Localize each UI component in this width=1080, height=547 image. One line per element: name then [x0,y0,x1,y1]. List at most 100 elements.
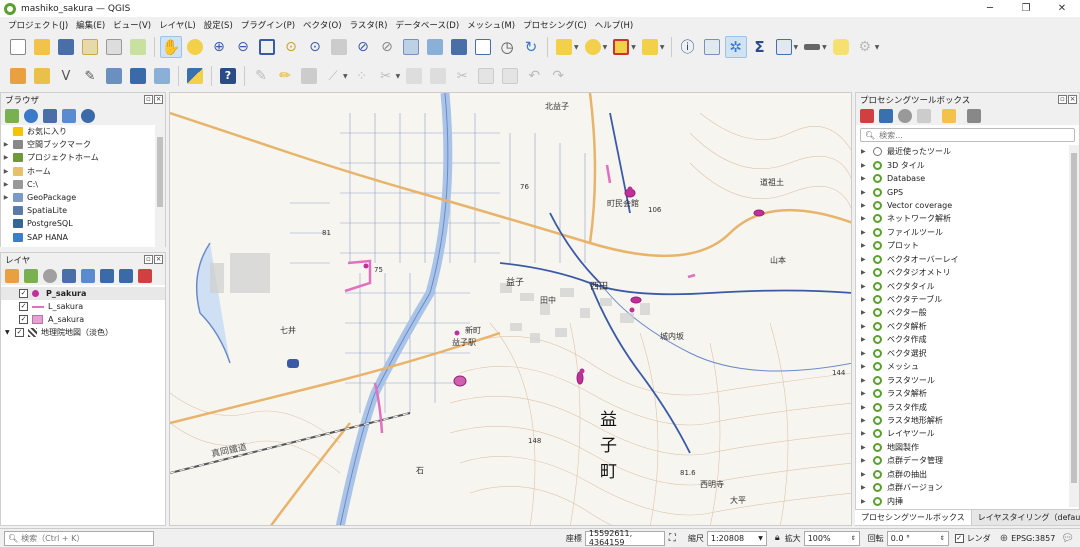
new-project-button[interactable] [7,36,29,58]
expand-arrow-icon[interactable]: ▶ [861,336,871,343]
in-place-edit-icon[interactable] [942,109,956,123]
expand-arrow-icon[interactable]: ▶ [861,498,871,505]
expand-arrow-icon[interactable]: ▶ [1,194,11,201]
browser-item-spatialite[interactable]: SpatiaLite [1,204,165,217]
expand-arrow-icon[interactable]: ▶ [861,350,871,357]
expand-all-icon[interactable] [100,269,114,283]
expand-arrow-icon[interactable]: ▶ [1,181,11,188]
maximize-button[interactable]: ❐ [1008,0,1044,17]
results-icon[interactable] [917,109,931,123]
processing-group-vector-table[interactable]: ▶ ベクタテーブル [856,293,1079,306]
expand-arrow-icon[interactable]: ▶ [861,242,871,249]
new-map-view-button[interactable] [400,36,422,58]
menu-settings[interactable]: 設定(S) [200,19,237,31]
browser-item-saphana[interactable]: SAP HANA [1,231,165,244]
expand-arrow-icon[interactable]: ▶ [861,269,871,276]
close-panel-button[interactable]: × [154,255,163,264]
filter-expression-icon[interactable] [81,269,95,283]
expand-arrow-icon[interactable]: ▶ [861,404,871,411]
processing-group-pointcloud-extract[interactable]: ▶ 点群の抽出 [856,468,1079,481]
expand-arrow-icon[interactable]: ▶ [861,457,871,464]
temporal-controller-button[interactable]: ◷ [496,36,518,58]
processing-group-vector-coverage[interactable]: ▶ Vector coverage [856,199,1079,212]
processing-group-mesh[interactable]: ▶ メッシュ [856,360,1079,373]
menu-project[interactable]: プロジェクト(J) [4,19,72,31]
data-source-manager-button[interactable] [7,65,29,87]
processing-group-vector-analysis[interactable]: ▶ ベクタ解析 [856,320,1079,333]
expand-arrow-icon[interactable]: ▶ [861,175,871,182]
expand-arrow-icon[interactable]: ▶ [861,189,871,196]
paste-features-button[interactable] [499,65,521,87]
refresh-button[interactable]: ↻ [520,36,542,58]
scale-combobox[interactable]: 1:20808 ▼ [706,530,767,546]
processing-group-interpolation[interactable]: ▶ 内挿 [856,494,1079,507]
float-panel-button[interactable]: ▫ [1058,95,1067,104]
expand-arrow-icon[interactable]: ▶ [861,229,871,236]
locator-bar[interactable]: 🔍︎ [4,530,154,546]
zoom-full-button[interactable] [256,36,278,58]
new-print-layout-button[interactable] [79,36,101,58]
processing-group-vector-geometry[interactable]: ▶ ベクタジオメトリ [856,266,1079,279]
toggle-editing-button[interactable]: ✏ [274,65,296,87]
menu-plugins[interactable]: プラグイン(P) [237,19,299,31]
processing-toolbox-button[interactable]: ✲ [724,36,747,58]
expand-arrow-icon[interactable]: ▶ [861,430,871,437]
expand-arrow-icon[interactable]: ▶ [861,162,871,169]
processing-scrollbar[interactable] [1069,145,1079,507]
processing-search-input[interactable] [879,130,1060,140]
new-bookmark-button[interactable] [448,36,470,58]
layer-visibility-checkbox[interactable]: ✓ [15,328,24,337]
expand-arrow-icon[interactable]: ▶ [861,256,871,263]
tab-layer-styling[interactable]: レイヤスタイリング（default） [972,510,1080,525]
browser-item-favorites[interactable]: お気に入り [1,125,165,138]
zoom-to-selection-button[interactable]: ⊙ [280,36,302,58]
delete-selected-button[interactable] [403,65,425,87]
expand-arrow-icon[interactable]: ▼ [5,329,15,336]
expand-arrow-icon[interactable]: ▶ [861,202,871,209]
expand-arrow-icon[interactable]: ▶ [861,484,871,491]
scripts-icon[interactable] [879,109,893,123]
add-wms-layer-button[interactable] [103,65,125,87]
copy-features-button[interactable] [475,65,497,87]
menu-raster[interactable]: ラスタ(R) [346,19,392,31]
processing-group-cartography[interactable]: ▶ 地図製作 [856,441,1079,454]
undo-button[interactable]: ↶ [523,65,545,87]
close-panel-button[interactable]: × [1068,95,1077,104]
select-by-value-button[interactable] [582,36,604,58]
select-by-location-button[interactable] [639,36,661,58]
add-group-icon[interactable] [24,269,38,283]
processing-group-3d-tiles[interactable]: ▶ 3D タイル [856,158,1079,171]
deselect-features-button[interactable] [610,36,632,58]
tab-processing-toolbox[interactable]: プロセシングツールボックス [855,510,972,525]
messages-icon[interactable]: 💬︎ [1061,533,1074,544]
menu-processing[interactable]: プロセシング(C) [519,19,591,31]
statistical-summary-button[interactable]: Σ [749,36,771,58]
browser-item-drive-c[interactable]: ▶ C:\ [1,178,165,191]
options-icon[interactable] [967,109,981,123]
layer-visibility-checkbox[interactable]: ✓ [19,315,28,324]
menu-layer[interactable]: レイヤ(L) [155,19,200,31]
processing-group-network[interactable]: ▶ ネットワーク解析 [856,212,1079,225]
history-icon[interactable] [898,109,912,123]
processing-group-raster-tools[interactable]: ▶ ラスタツール [856,373,1079,386]
new-shapefile-layer-button[interactable]: V [55,65,77,87]
new-3d-map-button[interactable] [424,36,446,58]
map-svg[interactable]: 北益子 町民会館 道祖土 益子 西田 西明寺 城内坂 新町 益子駅 真岡鐵道 石… [170,93,852,526]
zoom-last-button[interactable]: ⊘ [352,36,374,58]
layer-visibility-checkbox[interactable]: ✓ [19,289,28,298]
annotation-button[interactable]: ⚙ [854,36,876,58]
processing-group-database[interactable]: ▶ Database [856,172,1079,185]
filter-icon[interactable] [43,109,57,123]
expand-arrow-icon[interactable]: ▶ [861,148,871,155]
menu-database[interactable]: データベース(D) [391,19,463,31]
redo-button[interactable]: ↷ [547,65,569,87]
cut-features-button[interactable] [427,65,449,87]
close-panel-button[interactable]: × [154,95,163,104]
float-panel-button[interactable]: ▫ [144,95,153,104]
open-field-calculator-button[interactable] [773,36,795,58]
add-raster-layer-button[interactable] [127,65,149,87]
expand-arrow-icon[interactable]: ▶ [861,215,871,222]
coordinate-field[interactable]: 15592611, 4364159 [584,529,665,547]
expand-arrow-icon[interactable]: ▶ [861,323,871,330]
menu-vector[interactable]: ベクタ(O) [299,19,345,31]
